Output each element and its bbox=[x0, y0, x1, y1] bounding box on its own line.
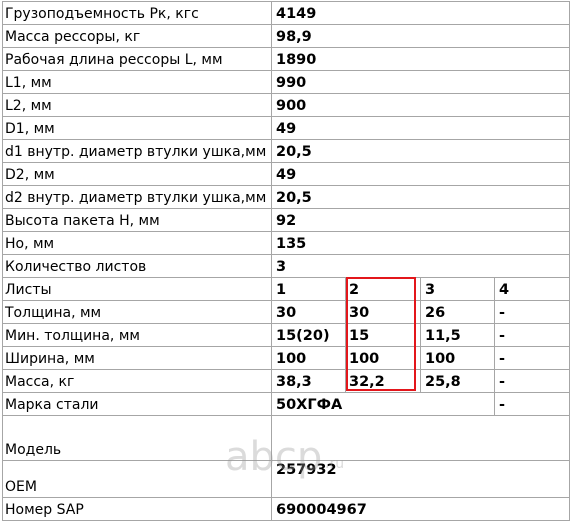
spec-label: Количество листов bbox=[5, 259, 147, 275]
spec-row: D1, мм 49 bbox=[0, 116, 571, 139]
spec-value: 98,9 bbox=[276, 29, 312, 45]
spec-label: d2 внутр. диаметр втулки ушка,мм bbox=[5, 190, 267, 206]
spec-label: d1 внутр. диаметр втулки ушка,мм bbox=[5, 144, 267, 160]
spec-row: L1, мм 990 bbox=[0, 70, 571, 93]
spec-value: 1890 bbox=[276, 52, 317, 68]
steel-row: Марка стали 50ХГФА - bbox=[0, 392, 571, 415]
leaves-row-label: Мин. толщина, мм bbox=[5, 328, 140, 344]
leaf-value: 100 bbox=[425, 351, 456, 367]
spec-label: Рабочая длина рессоры L, мм bbox=[5, 52, 223, 68]
leaf-value: 100 bbox=[276, 351, 307, 367]
spec-value: 20,5 bbox=[276, 144, 312, 160]
spec-row: Грузоподъемность Pк, кгс 4149 bbox=[0, 1, 571, 24]
spec-value: 990 bbox=[276, 75, 307, 91]
spec-label: L2, мм bbox=[5, 98, 52, 114]
leaves-header-label: Листы bbox=[5, 282, 52, 298]
spec-value: 49 bbox=[276, 121, 297, 137]
grid-line bbox=[2, 520, 569, 521]
spec-value: 4149 bbox=[276, 6, 317, 22]
leaf-value: - bbox=[499, 328, 506, 344]
steel-label: Марка стали bbox=[5, 397, 99, 413]
leaves-row-label: Масса, кг bbox=[5, 374, 75, 390]
leaves-row: Ширина, мм 100 100 100 - bbox=[0, 346, 571, 369]
leaf-value: - bbox=[499, 351, 506, 367]
leaves-row: Мин. толщина, мм 15(20) 15 11,5 - bbox=[0, 323, 571, 346]
spec-label: D1, мм bbox=[5, 121, 55, 137]
leaf-number: 4 bbox=[499, 282, 510, 298]
leaf-value: - bbox=[499, 374, 506, 390]
spec-value: 20,5 bbox=[276, 190, 312, 206]
steel-value: 50ХГФА bbox=[276, 397, 343, 413]
spec-row: Количество листов 3 bbox=[0, 254, 571, 277]
sap-row: Номер SAP 690004967 bbox=[0, 497, 571, 520]
spec-value: 92 bbox=[276, 213, 297, 229]
spec-value: 900 bbox=[276, 98, 307, 114]
leaf-value: 11,5 bbox=[425, 328, 461, 344]
spec-row: D2, мм 49 bbox=[0, 162, 571, 185]
spec-value: 135 bbox=[276, 236, 307, 252]
leaves-row: Толщина, мм 30 30 26 - bbox=[0, 300, 571, 323]
spec-row: Высота пакета H, мм 92 bbox=[0, 208, 571, 231]
watermark-suffix: .ru bbox=[325, 456, 344, 472]
watermark-text: abcp bbox=[225, 434, 322, 480]
leaf-value: 15(20) bbox=[276, 328, 330, 344]
spec-row: L2, мм 900 bbox=[0, 93, 571, 116]
column-highlight bbox=[346, 277, 416, 391]
spec-row: Рабочая длина рессоры L, мм 1890 bbox=[0, 47, 571, 70]
spec-value: 49 bbox=[276, 167, 297, 183]
spec-label: Масса рессоры, кг bbox=[5, 29, 141, 45]
leaf-number: 3 bbox=[425, 282, 436, 298]
leaves-row-label: Ширина, мм bbox=[5, 351, 95, 367]
spec-table: Грузоподъемность Pк, кгс 4149 Масса ресс… bbox=[0, 0, 571, 522]
spec-row: Масса рессоры, кг 98,9 bbox=[0, 24, 571, 47]
leaf-value: 25,8 bbox=[425, 374, 461, 390]
spec-value: 3 bbox=[276, 259, 287, 275]
leaf-number: 1 bbox=[276, 282, 287, 298]
leaf-value: 26 bbox=[425, 305, 446, 321]
sap-value: 690004967 bbox=[276, 502, 367, 518]
leaf-value: 30 bbox=[276, 305, 297, 321]
spec-label: D2, мм bbox=[5, 167, 55, 183]
leaves-row-label: Толщина, мм bbox=[5, 305, 102, 321]
spec-row: d1 внутр. диаметр втулки ушка,мм 20,5 bbox=[0, 139, 571, 162]
leaf-value: - bbox=[499, 305, 506, 321]
leaves-header-row: Листы 1 2 3 4 bbox=[0, 277, 571, 300]
spec-label: L1, мм bbox=[5, 75, 52, 91]
sap-label: Номер SAP bbox=[5, 502, 84, 518]
leaves-row: Масса, кг 38,3 32,2 25,8 - bbox=[0, 369, 571, 392]
leaf-value: 38,3 bbox=[276, 374, 312, 390]
spec-label: Грузоподъемность Pк, кгс bbox=[5, 6, 199, 22]
spec-label: Высота пакета H, мм bbox=[5, 213, 160, 229]
spec-label: Ho, мм bbox=[5, 236, 55, 252]
spec-row: Ho, мм 135 bbox=[0, 231, 571, 254]
steel-extra: - bbox=[499, 397, 506, 413]
spec-row: d2 внутр. диаметр втулки ушка,мм 20,5 bbox=[0, 185, 571, 208]
abcp-watermark-logo: abcp .ru bbox=[225, 434, 344, 480]
